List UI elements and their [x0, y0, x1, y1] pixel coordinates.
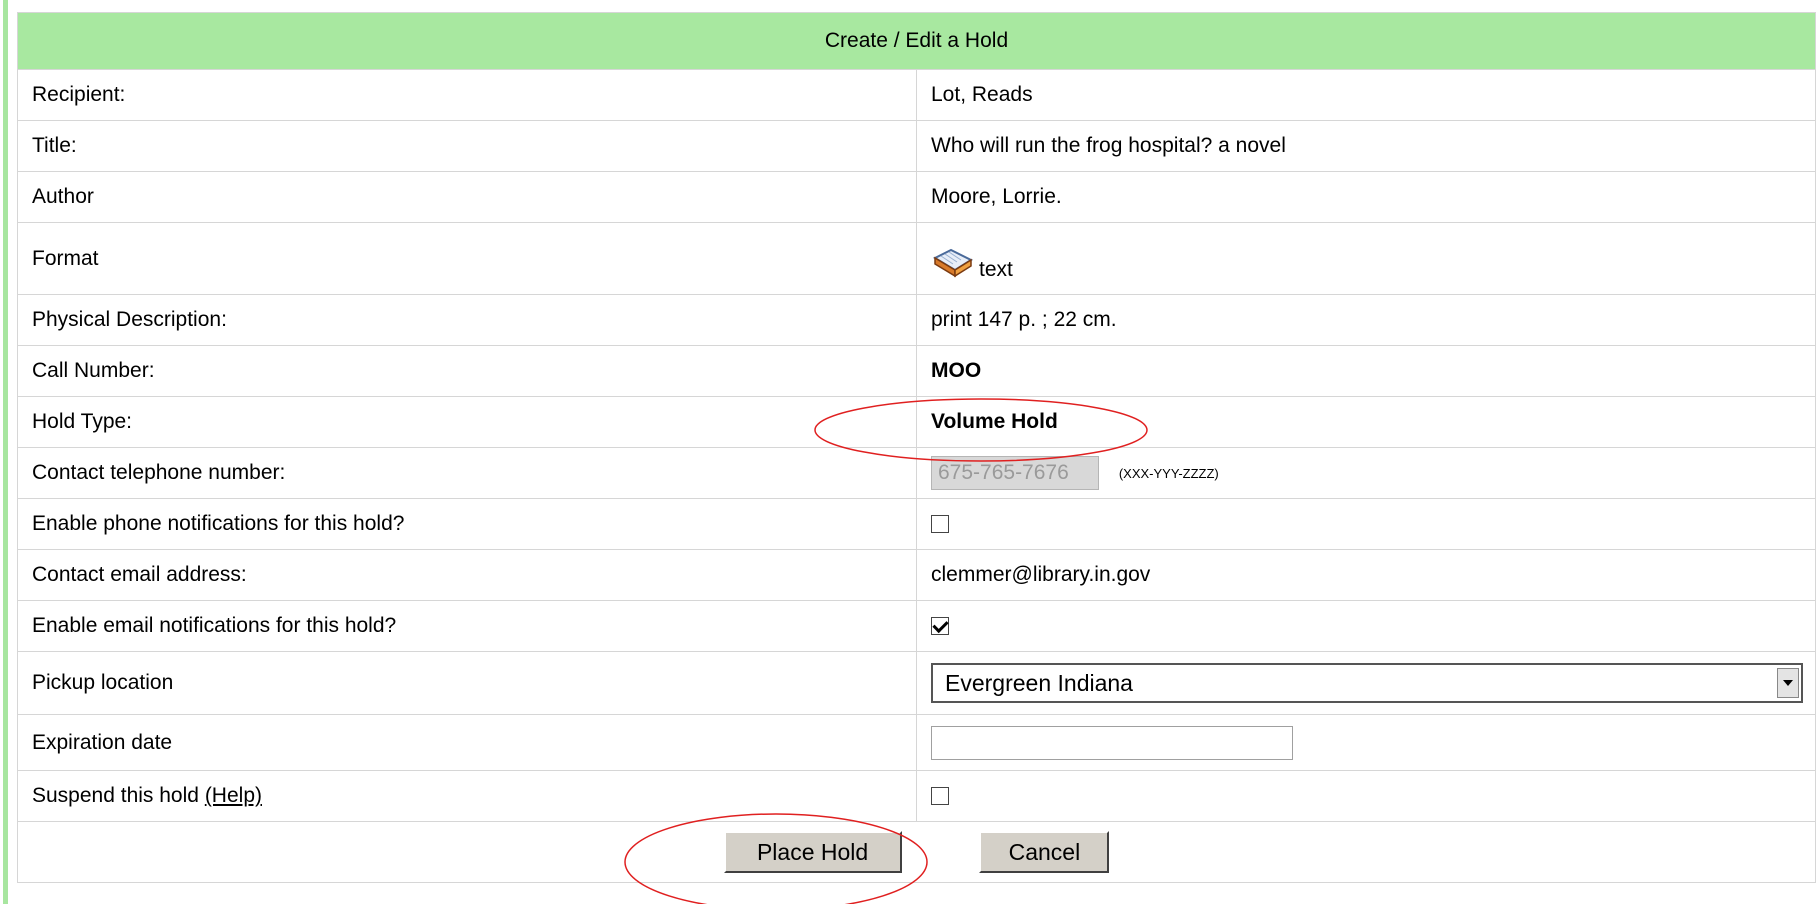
recipient-row: Recipient: Lot, Reads: [17, 69, 1816, 121]
author-row: Author Moore, Lorrie.: [17, 171, 1816, 223]
format-label: Format: [17, 222, 917, 295]
phone-notify-row: Enable phone notifications for this hold…: [17, 498, 1816, 550]
hold-table: Create / Edit a Hold Recipient: Lot, Rea…: [17, 12, 1816, 883]
phone-notify-checkbox[interactable]: [931, 515, 949, 534]
recipient-label: Recipient:: [17, 69, 917, 121]
author-label: Author: [17, 171, 917, 223]
call-number-value: MOO: [916, 345, 1816, 397]
phone-label: Contact telephone number:: [17, 447, 917, 499]
phone-cell: (XXX-YYY-ZZZZ): [916, 447, 1816, 499]
title-row: Title: Who will run the frog hospital? a…: [17, 120, 1816, 172]
author-value: Moore, Lorrie.: [916, 171, 1816, 223]
suspend-label: Suspend this hold: [32, 784, 199, 807]
phone-format-hint: (XXX-YYY-ZZZZ): [1118, 465, 1219, 481]
phone-notify-label: Enable phone notifications for this hold…: [17, 498, 917, 550]
email-notify-checkbox[interactable]: [931, 617, 949, 636]
email-label: Contact email address:: [17, 549, 917, 601]
suspend-row: Suspend this hold (Help): [17, 770, 1816, 822]
expiration-row: Expiration date: [17, 714, 1816, 771]
expiration-label: Expiration date: [17, 714, 917, 771]
buttons-cell: Place Hold Cancel: [17, 821, 1816, 883]
suspend-help-link[interactable]: (Help): [205, 784, 262, 807]
cancel-button[interactable]: Cancel: [979, 831, 1110, 873]
physical-row: Physical Description: print 147 p. ; 22 …: [17, 294, 1816, 346]
format-value: text: [979, 257, 1013, 281]
format-value-wrap: text: [931, 236, 1815, 282]
pickup-row: Pickup location Evergreen Indiana: [17, 651, 1816, 715]
chevron-down-icon[interactable]: [1777, 668, 1799, 698]
expiration-cell: [916, 714, 1816, 771]
pickup-location-select[interactable]: Evergreen Indiana: [931, 663, 1803, 703]
hold-form: Create / Edit a Hold Recipient: Lot, Rea…: [17, 12, 1816, 883]
phone-row: Contact telephone number: (XXX-YYY-ZZZZ): [17, 447, 1816, 499]
header-row: Create / Edit a Hold: [17, 12, 1816, 70]
title-label: Title:: [17, 120, 917, 172]
hold-type-label: Hold Type:: [17, 396, 917, 448]
phone-notify-cell: [916, 498, 1816, 550]
hold-type-value: Volume Hold: [916, 396, 1816, 448]
pickup-selected-value: Evergreen Indiana: [945, 669, 1133, 696]
suspend-checkbox[interactable]: [931, 787, 949, 806]
format-cell: text: [916, 222, 1816, 295]
place-hold-button[interactable]: Place Hold: [723, 831, 902, 873]
call-number-label: Call Number:: [17, 345, 917, 397]
physical-label: Physical Description:: [17, 294, 917, 346]
book-icon: [932, 248, 974, 277]
physical-value: print 147 p. ; 22 cm.: [916, 294, 1816, 346]
email-notify-row: Enable email notifications for this hold…: [17, 600, 1816, 652]
recipient-value: Lot, Reads: [916, 69, 1816, 121]
expiration-date-input[interactable]: [931, 725, 1293, 760]
left-accent-bar: [3, 0, 8, 904]
phone-input[interactable]: [931, 456, 1099, 490]
buttons-row: Place Hold Cancel: [17, 821, 1816, 883]
email-value: clemmer@library.in.gov: [916, 549, 1816, 601]
form-title: Create / Edit a Hold: [17, 12, 1816, 70]
email-notify-label: Enable email notifications for this hold…: [17, 600, 917, 652]
suspend-label-cell: Suspend this hold (Help): [17, 770, 917, 822]
title-value: Who will run the frog hospital? a novel: [916, 120, 1816, 172]
hold-type-row: Hold Type: Volume Hold: [17, 396, 1816, 448]
suspend-cell: [916, 770, 1816, 822]
call-number-row: Call Number: MOO: [17, 345, 1816, 397]
email-row: Contact email address: clemmer@library.i…: [17, 549, 1816, 601]
email-notify-cell: [916, 600, 1816, 652]
pickup-label: Pickup location: [17, 651, 917, 715]
format-row: Format text: [17, 222, 1816, 295]
pickup-cell: Evergreen Indiana: [916, 651, 1816, 715]
